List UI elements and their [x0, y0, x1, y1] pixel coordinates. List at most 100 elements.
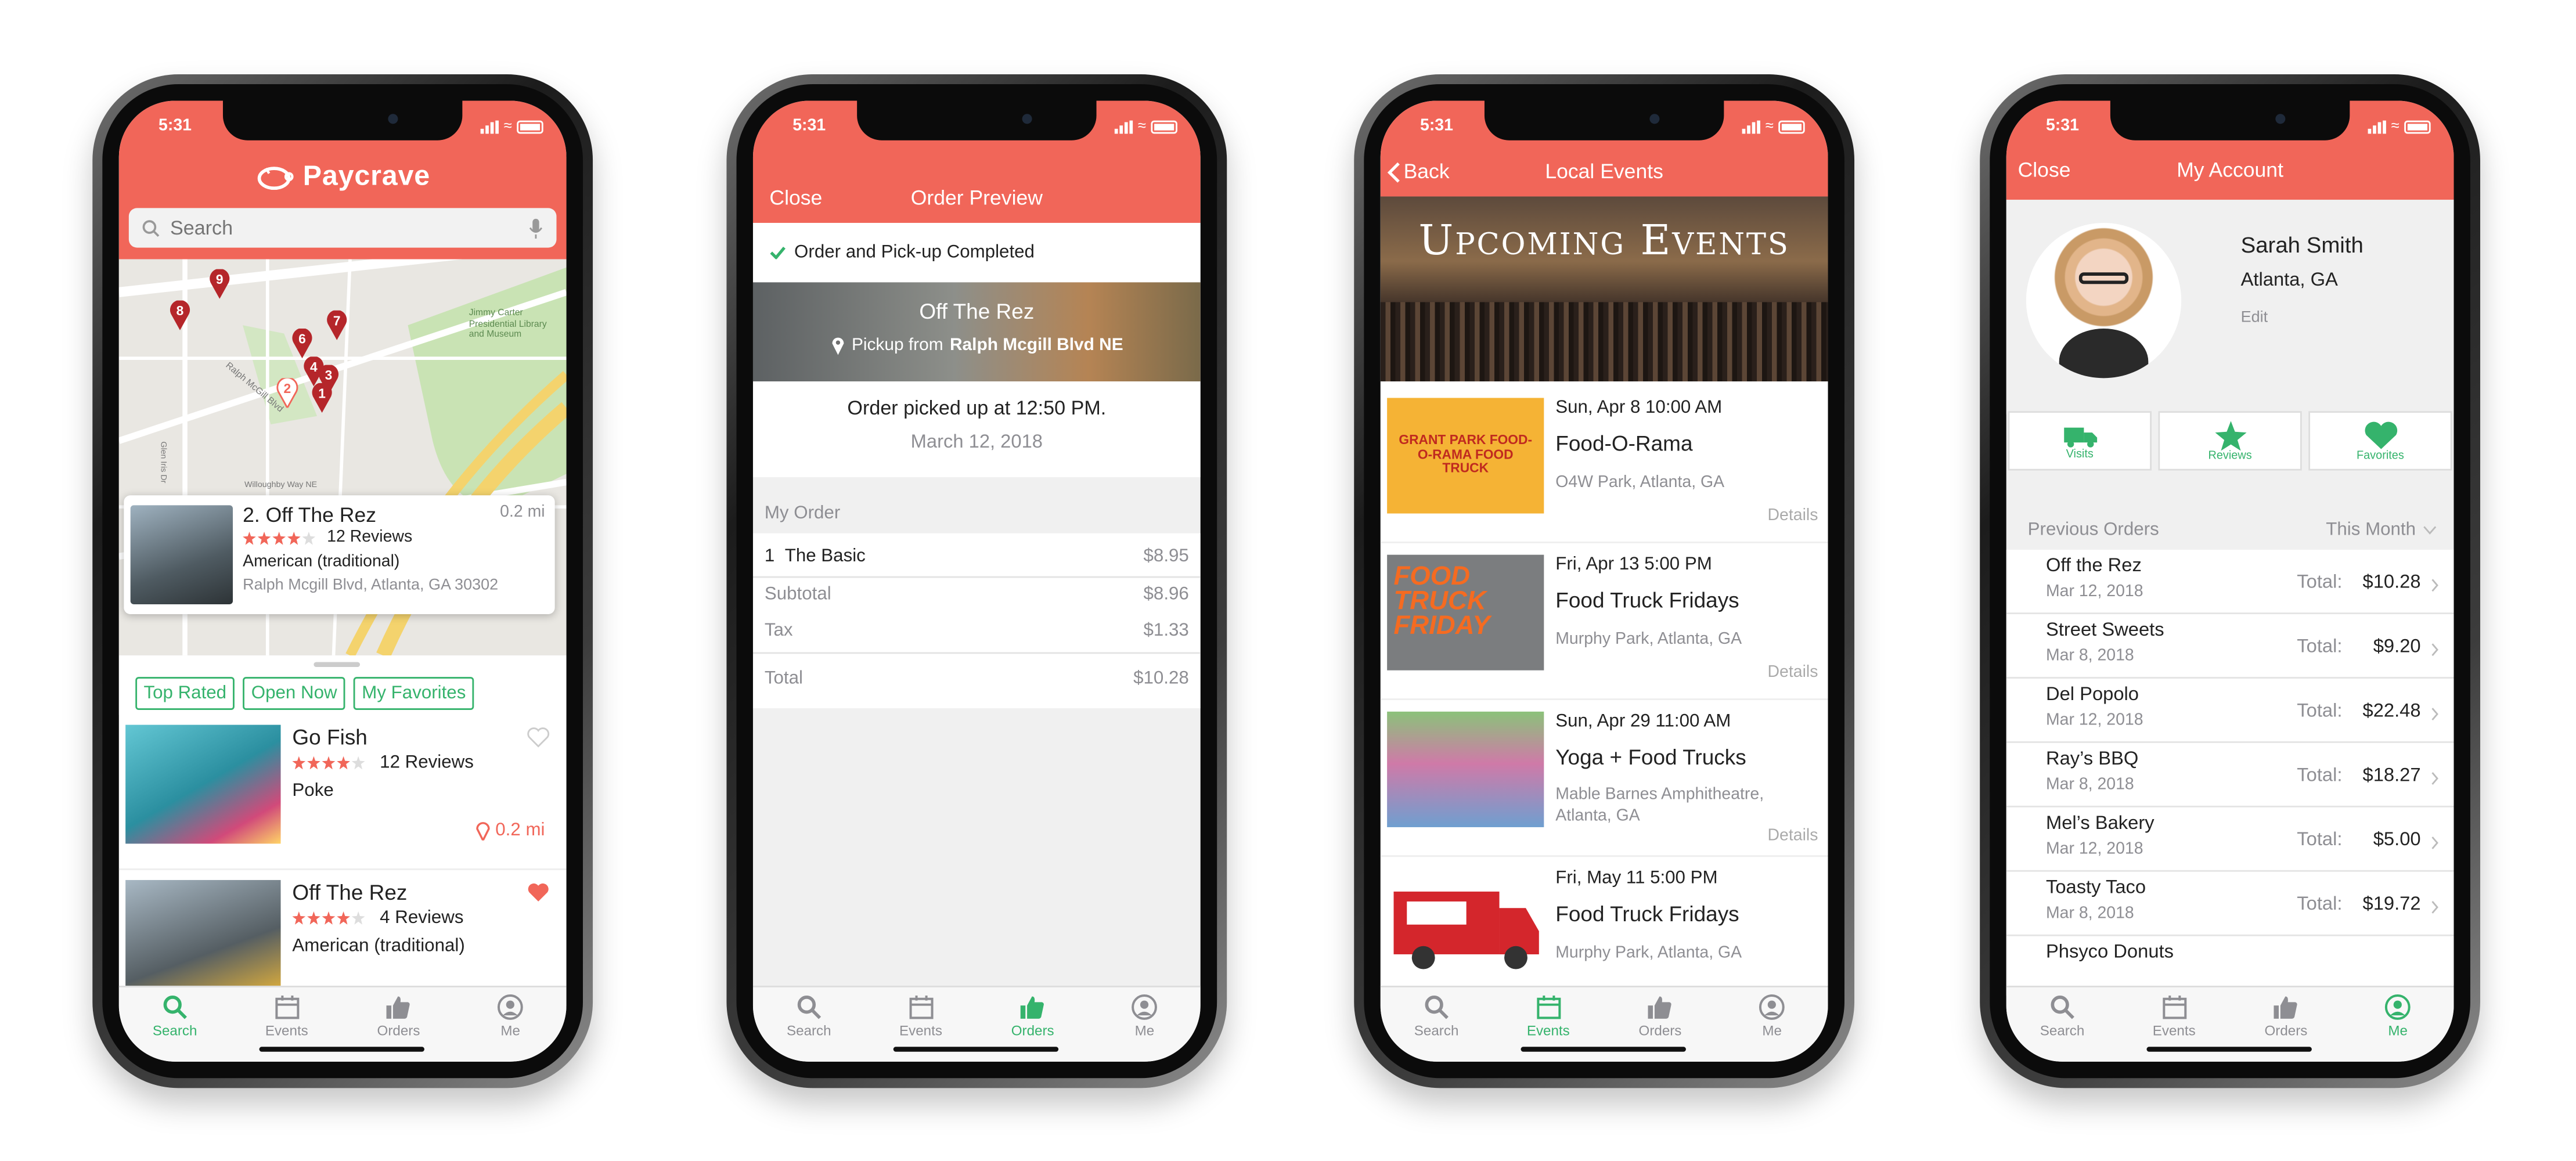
rating-stars: [292, 756, 365, 770]
map-pin[interactable]: 1: [311, 382, 334, 421]
tax-row: Tax $1.33: [765, 621, 1189, 640]
event-name: Food-O-Rama: [1555, 431, 1693, 456]
piggy-icon: [258, 167, 294, 190]
visits-label: Visits: [2066, 448, 2094, 460]
tab-search[interactable]: Search: [2013, 994, 2112, 1062]
event-item[interactable]: FOOD TRUCK FRIDAY Fri, Apr 13 5:00 PM Fo…: [1380, 548, 1828, 700]
tab-label: Events: [899, 1022, 942, 1039]
brand-name: Paycrave: [302, 160, 431, 192]
filter-my-favorites[interactable]: My Favorites: [354, 677, 474, 711]
profile-name: Sarah Smith: [2240, 233, 2364, 258]
events-hero: Upcoming Events: [1380, 196, 1828, 382]
listing-cuisine: Poke: [292, 781, 334, 801]
section-header: My Order: [753, 493, 1201, 533]
item-name: The Basic: [784, 546, 866, 567]
tab-search[interactable]: Search: [125, 994, 225, 1062]
reviews-button[interactable]: Reviews: [2158, 411, 2302, 471]
account-screen: 5:31 ≈ Close My Account Sarah Smith Atla…: [2006, 100, 2454, 1062]
battery-icon: [1778, 120, 1805, 134]
order-total-label: Total:: [2297, 895, 2343, 915]
tab-me[interactable]: Me: [2348, 994, 2448, 1062]
map-pin[interactable]: 8: [168, 300, 192, 338]
event-item[interactable]: GRANT PARK FOOD-O-RAMA FOOD TRUCK Sun, A…: [1380, 391, 1828, 543]
home-indicator[interactable]: [2146, 1047, 2312, 1052]
tab-search[interactable]: Search: [759, 994, 859, 1062]
avatar[interactable]: [2026, 222, 2182, 378]
filter-top-rated[interactable]: Top Rated: [135, 677, 235, 711]
details-link[interactable]: Details: [1767, 827, 1818, 845]
heart-outline-icon[interactable]: [527, 726, 550, 748]
listing-reviews: 12 Reviews: [380, 752, 474, 773]
home-indicator[interactable]: [893, 1047, 1059, 1052]
list-item[interactable]: Off The Rez 4 Reviews American (traditio…: [119, 874, 567, 989]
chevron-right-icon: [2431, 579, 2438, 592]
chevron-down-icon: [2423, 526, 2437, 535]
map-pin[interactable]: 7: [325, 309, 348, 348]
tax-label: Tax: [764, 621, 793, 641]
notch: [1484, 100, 1724, 140]
microphone-icon[interactable]: [528, 217, 543, 239]
drag-handle[interactable]: [314, 662, 361, 668]
favorites-button[interactable]: Favorites: [2308, 411, 2452, 471]
orders-list: Off the Rez Mar 12, 2018 Total: $10.28 Stre…: [2006, 550, 2454, 996]
order-row[interactable]: Del Popolo Mar 12, 2018 Total: $22.48: [2006, 679, 2454, 743]
page-title: Local Events: [1545, 160, 1663, 183]
visits-button[interactable]: Visits: [2008, 411, 2152, 471]
details-link[interactable]: Details: [1767, 664, 1818, 682]
order-total-label: Total:: [2297, 766, 2343, 786]
order-date: Mar 12, 2018: [2045, 711, 2143, 730]
star-icon: [2214, 420, 2246, 450]
map-view[interactable]: Jimmy Carter Presidential Library and Mu…: [118, 259, 567, 656]
tab-label: Orders: [1011, 1022, 1054, 1039]
order-row[interactable]: Off the Rez Mar 12, 2018 Total: $10.28: [2006, 550, 2454, 615]
event-item[interactable]: Fri, May 11 5:00 PM Food Truck Fridays M…: [1381, 862, 1828, 994]
event-thumbnail: [1387, 868, 1544, 987]
rating-stars: [243, 531, 316, 545]
tab-label: Search: [2040, 1022, 2085, 1039]
order-row[interactable]: Ray’s BBQ Mar 8, 2018 Total: $18.27: [2006, 743, 2454, 807]
period-dropdown[interactable]: This Month: [2326, 520, 2437, 540]
order-row[interactable]: Mel’s Bakery Mar 12, 2018 Total: $5.00: [2006, 807, 2454, 872]
event-place: Mable Barnes Amphitheatre, Atlanta, GA: [1555, 785, 1764, 826]
order-row[interactable]: Toasty Taco Mar 8, 2018 Total: $19.72: [2006, 872, 2454, 936]
filter-open-now[interactable]: Open Now: [243, 677, 345, 711]
tax-value: $1.33: [1143, 621, 1189, 641]
map-pin-selected[interactable]: 2: [276, 377, 299, 416]
previous-orders-header: Previous Orders This Month: [2006, 514, 2454, 550]
order-total-label: Total:: [2297, 572, 2343, 593]
tab-me[interactable]: Me: [1095, 994, 1194, 1062]
featured-card[interactable]: 2. Off The Rez 0.2 mi 12 Reviews America…: [124, 495, 555, 615]
user-icon: [1759, 994, 1785, 1020]
order-line-item: 1 The Basic $8.95: [765, 546, 1189, 566]
signal-icon: [480, 120, 499, 134]
home-indicator[interactable]: [1521, 1047, 1686, 1052]
details-link[interactable]: Details: [1767, 507, 1818, 525]
order-name: Ray’s BBQ: [2045, 749, 2139, 770]
search-input[interactable]: [170, 216, 519, 240]
thumbs-up-icon: [2274, 996, 2298, 1019]
calendar-icon: [1536, 996, 1561, 1019]
heart-filled-icon[interactable]: [527, 882, 550, 903]
reviews-label: Reviews: [2208, 450, 2252, 461]
list-item[interactable]: Go Fish 12 Reviews Poke 0.2 mi: [118, 718, 567, 870]
checkmark-icon: [770, 246, 786, 259]
tab-me[interactable]: Me: [461, 994, 560, 1062]
event-date: Sun, Apr 8 10:00 AM: [1555, 398, 1723, 418]
tab-search[interactable]: Search: [1387, 994, 1486, 1062]
edit-profile-link[interactable]: Edit: [2241, 309, 2268, 327]
pickup-prefix: Pickup from: [851, 335, 943, 355]
listing-name: Go Fish: [292, 724, 368, 750]
chevron-right-icon: [2431, 643, 2438, 657]
home-indicator[interactable]: [259, 1047, 424, 1052]
event-item[interactable]: Sun, Apr 29 11:00 AM Yoga + Food Trucks …: [1380, 705, 1828, 857]
order-row[interactable]: Street Sweets Mar 8, 2018 Total: $9.20: [2006, 614, 2454, 679]
search-icon: [163, 996, 187, 1019]
tab-label: Events: [265, 1022, 308, 1039]
map-pin[interactable]: 9: [208, 268, 231, 307]
search-bar[interactable]: [128, 208, 557, 248]
order-total: $5.00: [2373, 830, 2421, 850]
search-icon: [797, 996, 821, 1019]
tab-label: Me: [1134, 1022, 1155, 1039]
phone-order: 5:31 ≈ Close Order Preview Order and Pic…: [726, 74, 1227, 1088]
tab-me[interactable]: Me: [1723, 994, 1822, 1062]
